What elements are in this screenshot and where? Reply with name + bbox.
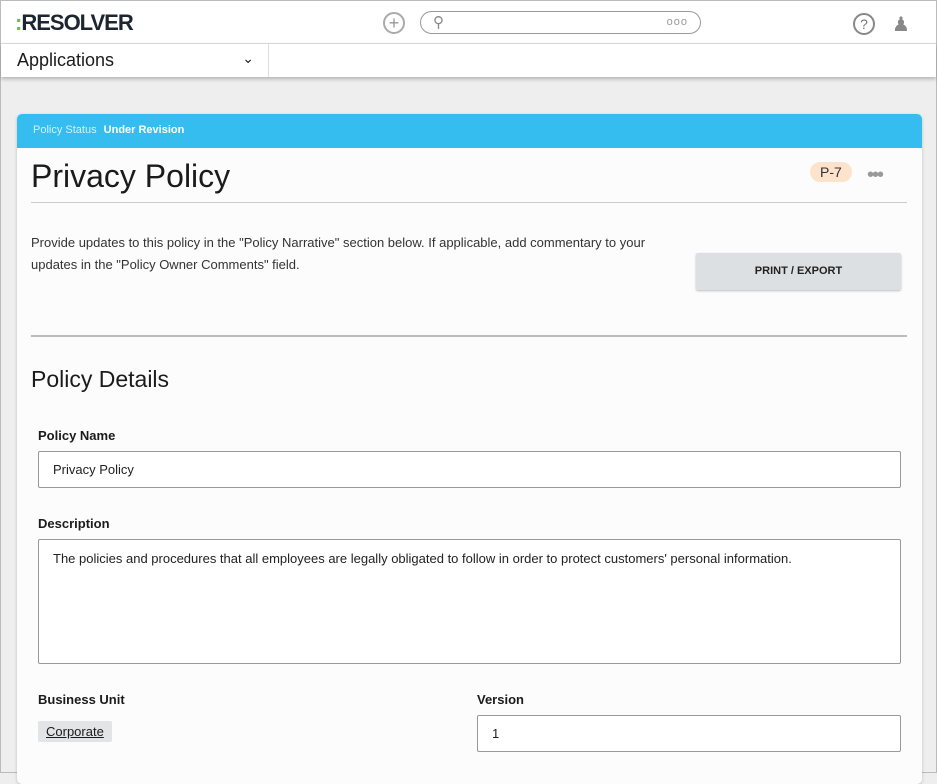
- user-icon[interactable]: ♟: [892, 12, 910, 37]
- chevron-down-icon: ⌄: [242, 50, 254, 66]
- divider: [31, 202, 907, 203]
- search-options-icon[interactable]: ooo: [667, 16, 688, 28]
- logo-text: RESOLVER: [21, 10, 133, 35]
- version-input[interactable]: 1: [477, 715, 901, 752]
- business-unit-tag[interactable]: Corporate: [38, 721, 112, 742]
- help-icon[interactable]: ?: [853, 13, 875, 35]
- description-textarea[interactable]: The policies and procedures that all emp…: [38, 539, 901, 664]
- print-export-button[interactable]: PRINT / EXPORT: [696, 253, 901, 290]
- status-banner: Policy Status Under Revision: [17, 114, 922, 148]
- section-title: Policy Details: [31, 366, 170, 392]
- description-label: Description: [38, 516, 110, 531]
- resolver-logo[interactable]: :RESOLVER: [15, 10, 134, 36]
- nav-bar: Applications ⌄: [1, 44, 936, 77]
- intro-text: Provide updates to this policy in the "P…: [31, 235, 646, 272]
- id-badge: P-7: [810, 162, 852, 182]
- search-icon: ⚲: [433, 14, 444, 31]
- add-icon[interactable]: +: [383, 12, 405, 34]
- policy-name-input[interactable]: Privacy Policy: [38, 451, 901, 488]
- policy-card: Policy Status Under Revision Privacy Pol…: [17, 114, 922, 784]
- business-unit-label: Business Unit: [38, 692, 125, 707]
- top-bar: :RESOLVER + ⚲ ooo ? ♟: [1, 1, 936, 44]
- applications-dropdown[interactable]: Applications ⌄: [1, 44, 269, 77]
- search-input[interactable]: ⚲ ooo: [420, 11, 701, 34]
- policy-name-label: Policy Name: [38, 428, 116, 443]
- more-options-icon[interactable]: •••: [867, 164, 884, 187]
- page-title: Privacy Policy: [31, 158, 231, 194]
- status-label: Policy Status: [33, 124, 97, 136]
- version-label: Version: [477, 692, 524, 707]
- divider: [31, 335, 907, 337]
- applications-label: Applications: [17, 50, 115, 70]
- status-value: Under Revision: [103, 124, 185, 136]
